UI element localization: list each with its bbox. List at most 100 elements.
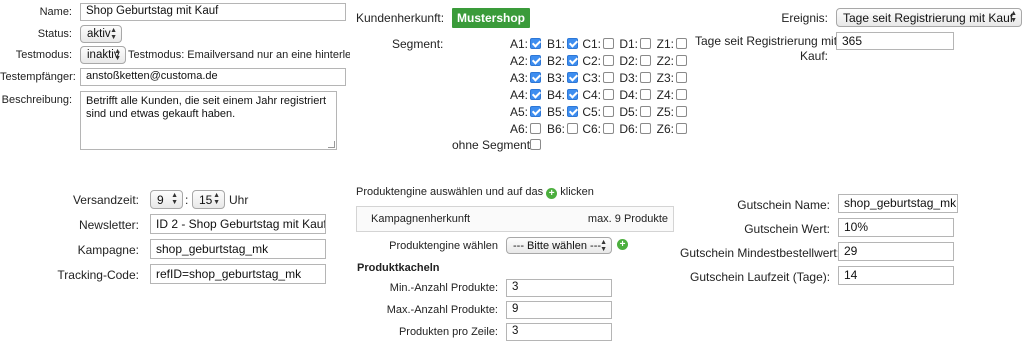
segment-checkbox-c6[interactable] (603, 123, 614, 134)
segment-checkbox-a2[interactable] (530, 55, 541, 66)
segment-checkbox-b6[interactable] (567, 123, 578, 134)
kampagne-label: Kampagne: (77, 243, 139, 257)
segment-label-z2: Z2: (656, 54, 674, 68)
testempfaenger-label: Testempfänger: (0, 71, 76, 83)
segment-checkbox-b1[interactable] (567, 38, 578, 49)
beschreibung-textarea[interactable]: Betrifft alle Kunden, die seit einem Jah… (80, 91, 337, 150)
produktengine-select-value: --- Bitte wählen --- (513, 240, 602, 252)
segment-checkbox-c1[interactable] (603, 38, 614, 49)
segment-checkbox-b4[interactable] (567, 89, 578, 100)
segment-label-b4: B4: (546, 88, 565, 102)
segment-checkbox-z1[interactable] (676, 38, 687, 49)
segment-checkbox-d1[interactable] (640, 38, 651, 49)
status-select-value: aktiv (87, 28, 111, 40)
tage-label-line2: Kauf: (799, 49, 828, 63)
segment-checkbox-z6[interactable] (676, 123, 687, 134)
segment-label-d1: D1: (619, 37, 638, 51)
tage-input[interactable]: 365 (836, 32, 954, 50)
chevron-updown-icon: ▲ ▼ (600, 239, 607, 253)
status-label: Status: (37, 28, 72, 40)
testmodus-hint: Testmodus: Emailversand nur an eine hint… (128, 49, 350, 61)
newsletter-label: Newsletter: (78, 218, 139, 232)
segment-checkbox-b3[interactable] (567, 72, 578, 83)
segment-checkbox-a4[interactable] (530, 89, 541, 100)
segment-checkbox-d6[interactable] (640, 123, 651, 134)
segment-label-b1: B1: (546, 37, 565, 51)
segment-checkbox-d5[interactable] (640, 106, 651, 117)
gutschein-laufzeit-input[interactable]: 14 (838, 266, 954, 285)
segment-checkbox-c2[interactable] (603, 55, 614, 66)
segment-checkbox-z2[interactable] (676, 55, 687, 66)
name-input[interactable]: Shop Geburtstag mit Kauf (80, 3, 346, 21)
min-anzahl-label: Min.-Anzahl Produkte: (389, 282, 498, 294)
segment-label-a2: A2: (509, 54, 528, 68)
segment-checkbox-a6[interactable] (530, 123, 541, 134)
segment-label-b6: B6: (546, 122, 565, 136)
add-engine-icon[interactable]: + (617, 239, 628, 250)
segment-label-a6: A6: (509, 122, 528, 136)
testmodus-select[interactable]: inaktiv ▲ ▼ (80, 46, 126, 64)
produkte-pro-zeile-input[interactable]: 3 (506, 323, 612, 341)
segment-checkbox-z3[interactable] (676, 72, 687, 83)
gutschein-wert-label: Gutschein Wert: (744, 222, 830, 236)
produktengine-intro: Produktengine auswählen und auf das + kl… (356, 186, 594, 199)
ereignis-label: Ereignis: (781, 11, 828, 25)
segment-label-b3: B3: (546, 71, 565, 85)
segment-label-c2: C2: (582, 54, 601, 68)
segment-label-b5: B5: (546, 105, 565, 119)
beschreibung-label: Beschreibung: (1, 94, 72, 106)
segment-checkbox-c3[interactable] (603, 72, 614, 83)
testempfaenger-input[interactable]: anstoßketten@customa.de (80, 68, 346, 86)
add-plus-icon: + (546, 188, 558, 199)
ohne-segment-checkbox[interactable] (530, 139, 541, 150)
segment-checkbox-z5[interactable] (676, 106, 687, 117)
segment-label-c1: C1: (582, 37, 601, 51)
gutschein-name-input[interactable]: shop_geburtstag_mk (838, 194, 958, 213)
chevron-updown-icon: ▲ ▼ (114, 48, 121, 62)
versandzeit-hour-select[interactable]: 9 ▲ ▼ (150, 190, 183, 209)
produktkacheln-heading: Produktkacheln (357, 262, 440, 274)
segment-checkbox-c5[interactable] (603, 106, 614, 117)
segment-checkbox-z4[interactable] (676, 89, 687, 100)
max-produkte-text: max. 9 Produkte (587, 213, 668, 225)
segment-checkbox-d3[interactable] (640, 72, 651, 83)
segment-checkbox-d2[interactable] (640, 55, 651, 66)
segment-checkbox-b5[interactable] (567, 106, 578, 117)
testmodus-label: Testmodus: (15, 49, 72, 61)
produktengine-select[interactable]: --- Bitte wählen --- ▲ ▼ (506, 237, 612, 254)
newsletter-input[interactable]: ID 2 - Shop Geburtstag mit Kauf (150, 214, 326, 234)
segment-label-d2: D2: (619, 54, 638, 68)
kundenherkunft-badge: Mustershop (452, 8, 531, 28)
tage-label: Tage seit Registrierung mit Kauf: (695, 34, 837, 64)
gutschein-name-label: Gutschein Name: (737, 198, 830, 212)
status-select[interactable]: aktiv ▲ ▼ (80, 25, 122, 43)
segment-label-c5: C5: (582, 105, 601, 119)
segment-checkbox-c4[interactable] (603, 89, 614, 100)
min-anzahl-input[interactable]: 3 (506, 279, 612, 297)
resize-handle-icon[interactable] (328, 141, 335, 148)
segment-checkbox-d4[interactable] (640, 89, 651, 100)
segment-label-z4: Z4: (656, 88, 674, 102)
ereignis-select[interactable]: Tage seit Registrierung mit Kauf ▲ ▼ (836, 8, 1022, 27)
gutschein-mindestbestellwert-input[interactable]: 29 (838, 242, 954, 261)
ohne-segment-label: ohne Segment: (452, 138, 534, 152)
produkte-pro-zeile-label: Produkten pro Zeile: (398, 326, 498, 338)
versandzeit-hour-value: 9 (157, 193, 164, 207)
versandzeit-minute-select[interactable]: 15 ▲ ▼ (192, 190, 225, 209)
segment-checkbox-a3[interactable] (530, 72, 541, 83)
chevron-updown-icon: ▲ ▼ (1010, 10, 1017, 24)
segment-checkbox-a5[interactable] (530, 106, 541, 117)
max-anzahl-input[interactable]: 9 (506, 301, 612, 319)
kampagne-input[interactable]: shop_geburtstag_mk (150, 239, 326, 259)
tracking-code-input[interactable]: refID=shop_geburtstag_mk (150, 264, 326, 284)
kampagnenherkunft-box: Kampagnenherkunft max. 9 Produkte (356, 206, 674, 232)
segment-checkbox-a1[interactable] (530, 38, 541, 49)
segment-label-z3: Z3: (656, 71, 674, 85)
segment-label-d6: D6: (619, 122, 638, 136)
versandzeit-label: Versandzeit: (72, 193, 139, 207)
ereignis-select-value: Tage seit Registrierung mit Kauf (843, 11, 1014, 25)
produktengine-intro-after: klicken (560, 186, 594, 198)
gutschein-wert-input[interactable]: 10% (838, 218, 954, 237)
tracking-code-label: Tracking-Code: (57, 268, 139, 282)
segment-checkbox-b2[interactable] (567, 55, 578, 66)
